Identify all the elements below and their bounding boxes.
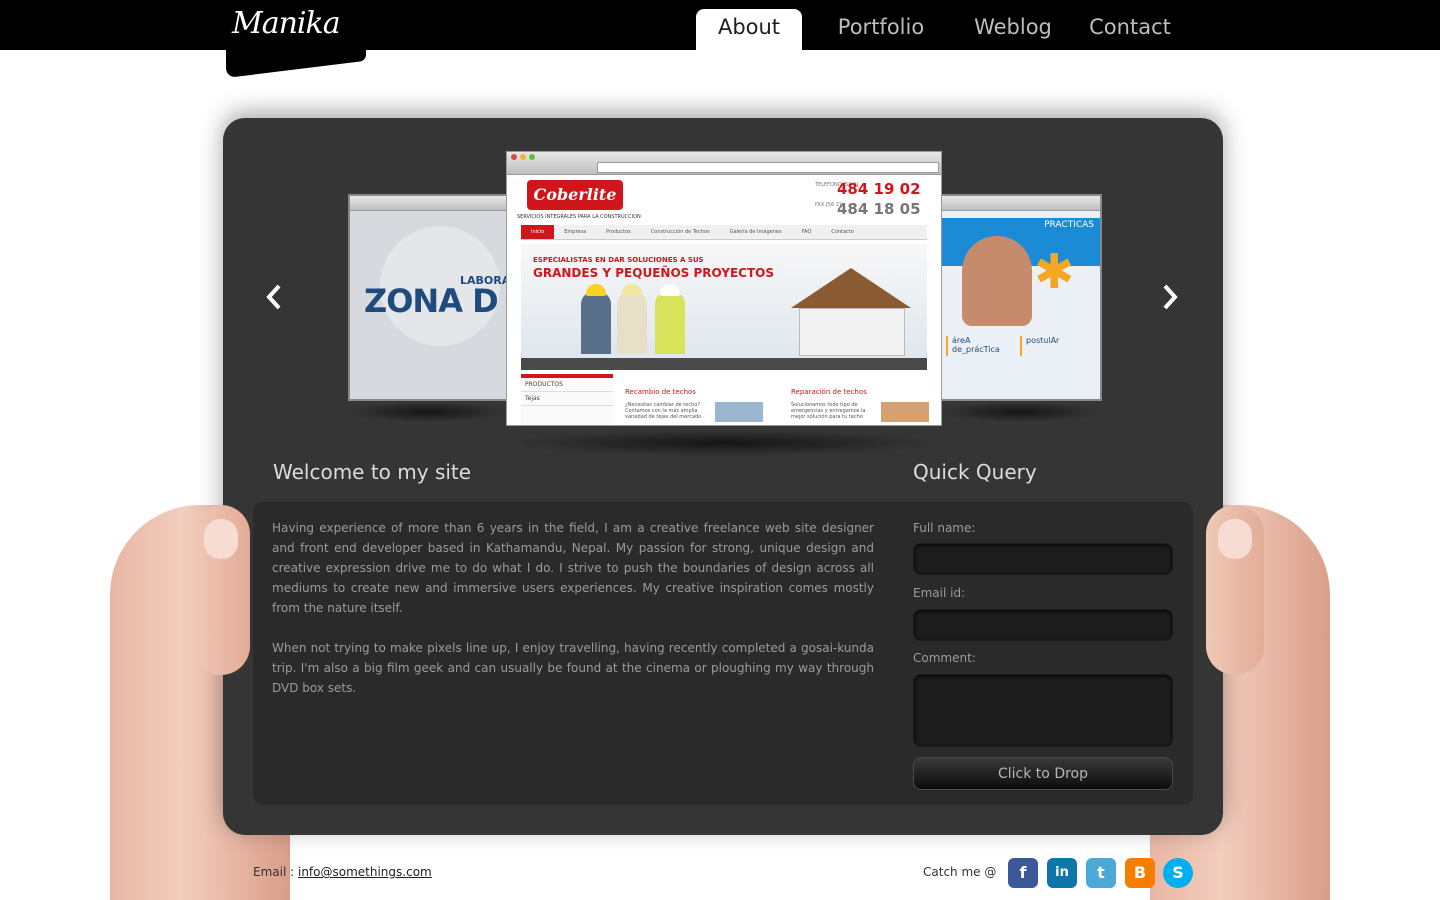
coberlite-tagline: SERVICIOS INTEGRALES PARA LA CONSTRUCCIO… [517, 214, 641, 220]
asterisk-icon: ✱ [1034, 244, 1075, 300]
fax-number: 484 18 05 [837, 200, 921, 218]
browser-toolbar [350, 196, 510, 211]
submit-button[interactable]: Click to Drop [913, 757, 1173, 790]
email-label: Email id: [913, 586, 966, 600]
catch-me-label: Catch me @ [923, 865, 997, 879]
facebook-icon[interactable]: f [1008, 858, 1038, 888]
main-nav: About Portfolio Weblog Contact [696, 9, 1194, 50]
column-text: Solucionamos todo tipo de emergencias y … [791, 402, 866, 420]
nav-item-portfolio[interactable]: Portfolio [802, 9, 960, 50]
left-thumb-image [192, 505, 250, 675]
email-link[interactable]: info@somethings.com [298, 865, 432, 879]
nav-item-about[interactable]: About [696, 9, 802, 50]
full-name-field[interactable] [913, 543, 1173, 575]
slide-box: postulAr [1020, 336, 1082, 356]
menu-item: Productos [606, 229, 631, 235]
nav-item-contact[interactable]: Contact [1066, 9, 1194, 50]
portfolio-slide-zona[interactable]: LABORAT ZONA D [348, 194, 512, 401]
menu-item: Contacto [831, 229, 854, 235]
banner-footer-bar [521, 358, 927, 370]
site-logo[interactable]: Manika [232, 6, 341, 41]
slide-reflection [940, 402, 1100, 422]
menu-item: FAQ [801, 229, 812, 235]
column-text: ¿Necesitas cambiar de techo? Contamos co… [625, 402, 702, 420]
person-photo [962, 236, 1032, 326]
banner-line-2: GRANDES Y PEQUEÑOS PROYECTOS [533, 266, 774, 280]
menu-item: Galería de Imágenes [729, 229, 782, 235]
menu-item: Empresa [564, 229, 587, 235]
portfolio-slide-coberlite[interactable]: Coberlite SERVICIOS INTEGRALES PARA LA C… [506, 151, 942, 426]
menu-item: Construcción de Techos [650, 229, 710, 235]
comment-label: Comment: [913, 651, 976, 665]
phone-number: 484 19 02 [837, 180, 921, 198]
column-title: Reparación de techos [791, 388, 867, 396]
quick-query-heading: Quick Query [913, 460, 1037, 484]
about-text: Having experience of more than 6 years i… [272, 518, 874, 718]
workers-photo [581, 284, 721, 354]
column-thumbnail [881, 402, 929, 422]
twitter-icon[interactable]: t [1086, 858, 1116, 888]
comment-field[interactable] [913, 674, 1173, 747]
slide-reflection [348, 402, 508, 422]
browser-url-bar [597, 162, 939, 173]
browser-toolbar [507, 152, 941, 175]
coberlite-menu: Inicio Empresa Productos Construcción de… [521, 225, 927, 240]
coberlite-logo: Coberlite [527, 180, 623, 210]
slide-brand: ZONA D [364, 282, 499, 320]
sidebar-title: PRODUCTOS [521, 378, 613, 392]
blogger-icon[interactable]: B [1125, 858, 1155, 888]
about-paragraph: When not trying to make pixels line up, … [272, 641, 874, 695]
products-sidebar: PRODUCTOS Tejas [521, 374, 613, 425]
banner-line-1: ESPECIALISTAS EN DAR SOLUCIONES A SUS [533, 256, 704, 264]
email-prefix: Email : [253, 865, 295, 879]
footer-email: Email : info@somethings.com [253, 865, 432, 879]
column-thumbnail [715, 402, 763, 422]
column-title: Recambio de techos [625, 388, 696, 396]
slide-reflection [506, 430, 942, 456]
browser-toolbar [942, 196, 1100, 211]
right-thumb-image [1206, 505, 1264, 675]
about-paragraph: Having experience of more than 6 years i… [272, 521, 874, 615]
sidebar-item: Tejas [521, 392, 613, 406]
chevron-right-icon[interactable] [1160, 282, 1180, 312]
menu-item: Inicio [521, 225, 555, 239]
chevron-left-icon[interactable] [264, 282, 284, 312]
nav-item-weblog[interactable]: Weblog [960, 9, 1066, 50]
email-field[interactable] [913, 609, 1173, 641]
full-name-label: Full name: [913, 521, 976, 535]
house-illustration [781, 268, 921, 356]
slide-title: PRACTICAS [1044, 220, 1094, 230]
slide-box: áreA de_prácTica [946, 336, 1008, 356]
portfolio-slide-practicas[interactable]: PRACTICAS ✱ áreA de_prácTica postulAr [940, 194, 1102, 401]
linkedin-icon[interactable]: in [1047, 858, 1077, 888]
welcome-heading: Welcome to my site [273, 460, 472, 484]
coberlite-banner: ESPECIALISTAS EN DAR SOLUCIONES A SUS GR… [521, 244, 927, 362]
skype-icon[interactable]: S [1163, 858, 1193, 888]
